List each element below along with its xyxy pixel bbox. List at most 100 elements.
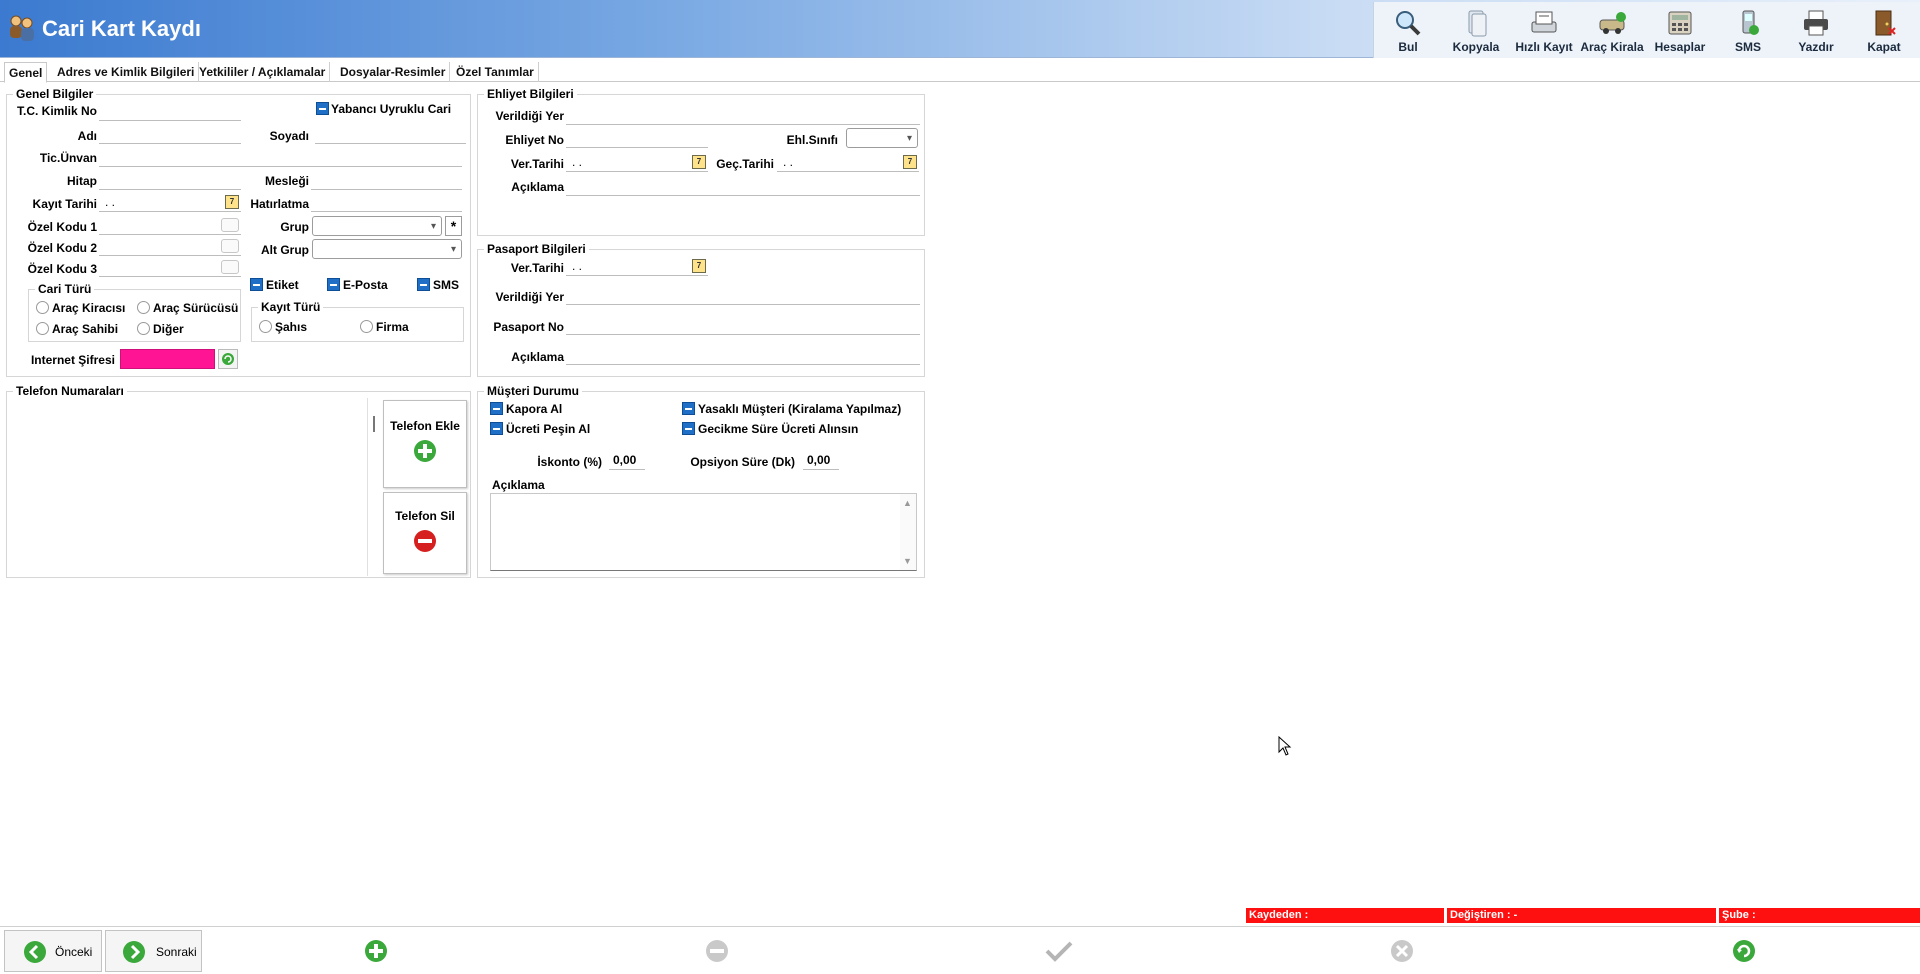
ehliyet-verildigi-input[interactable] bbox=[566, 105, 920, 125]
hitap-label: Hitap bbox=[67, 174, 97, 188]
ehliyet-gec-tarihi-input[interactable]: . . 7 bbox=[777, 152, 919, 172]
ehliyet-aciklama-input[interactable] bbox=[566, 176, 920, 196]
chevron-down-icon: ▾ bbox=[906, 133, 912, 144]
radio-sahis[interactable] bbox=[259, 320, 272, 333]
tab-adres[interactable]: Adres ve Kimlik Bilgileri bbox=[53, 62, 200, 82]
radio-diger[interactable] bbox=[137, 322, 150, 335]
phone-list[interactable] bbox=[8, 398, 375, 576]
refresh-icon[interactable] bbox=[1732, 939, 1756, 963]
ehliyet-ver-tarihi-value: . . bbox=[572, 155, 583, 169]
next-button[interactable]: Sonraki bbox=[105, 930, 202, 972]
add-phone-button[interactable]: Telefon Ekle bbox=[383, 400, 467, 488]
radio-firma[interactable] bbox=[360, 320, 373, 333]
list-scroll-indicator bbox=[373, 416, 375, 432]
scroll-down-icon[interactable]: ▼ bbox=[903, 556, 912, 566]
tab-ozel[interactable]: Özel Tanımlar bbox=[452, 62, 539, 82]
pasaport-ver-tarihi-input[interactable]: . . 7 bbox=[566, 256, 708, 276]
plus-circle-icon bbox=[414, 440, 436, 462]
print-button[interactable]: Yazdır bbox=[1782, 2, 1850, 58]
ehliyet-sinif-label: Ehl.Sınıfı bbox=[786, 133, 838, 147]
quick-save-button[interactable]: Hızlı Kayıt bbox=[1510, 2, 1578, 58]
opsiyon-input[interactable]: 0,00 bbox=[803, 450, 839, 470]
sube-status: Şube : bbox=[1719, 908, 1920, 923]
ehliyet-ver-tarihi-input[interactable]: . .7 bbox=[566, 152, 708, 172]
cancel-icon[interactable] bbox=[1390, 939, 1414, 963]
pesin-label: Ücreti Peşin Al bbox=[506, 422, 591, 436]
calendar-icon[interactable]: 7 bbox=[225, 195, 239, 209]
ozel2-label: Özel Kodu 2 bbox=[27, 241, 97, 255]
ozel3-lookup-button[interactable] bbox=[221, 260, 239, 274]
refresh-password-button[interactable] bbox=[218, 349, 238, 369]
hitap-input[interactable] bbox=[99, 170, 241, 190]
ozel3-label: Özel Kodu 3 bbox=[27, 262, 97, 276]
soyadi-input[interactable] bbox=[315, 124, 466, 144]
ozel1-input[interactable] bbox=[99, 215, 241, 235]
grup-add-button[interactable]: * bbox=[445, 216, 462, 236]
delete-record-icon[interactable] bbox=[705, 939, 729, 963]
car-rent-icon bbox=[1599, 12, 1626, 34]
pasaport-ver-tarihi-value: . . bbox=[572, 259, 583, 273]
etiket-label: Etiket bbox=[266, 278, 299, 292]
etiket-checkbox[interactable] bbox=[250, 278, 263, 291]
kayit-tarihi-input[interactable]: . . 7 bbox=[99, 192, 241, 212]
kapora-checkbox[interactable] bbox=[490, 402, 503, 415]
delete-phone-button[interactable]: Telefon Sil bbox=[383, 492, 467, 574]
pesin-checkbox[interactable] bbox=[490, 422, 503, 435]
close-button[interactable]: Kapat bbox=[1850, 2, 1918, 58]
foreign-checkbox[interactable] bbox=[316, 102, 329, 115]
musteri-aciklama-label: Açıklama bbox=[492, 478, 545, 492]
internet-password-input[interactable] bbox=[120, 349, 215, 369]
sms-checkbox[interactable] bbox=[417, 278, 430, 291]
ehliyet-no-label: Ehliyet No bbox=[505, 133, 564, 147]
tab-dosyalar[interactable]: Dosyalar-Resimler bbox=[336, 62, 451, 82]
pasaport-no-label: Pasaport No bbox=[493, 320, 564, 334]
window-title: Cari Kart Kaydı bbox=[42, 16, 201, 41]
ozel3-input[interactable] bbox=[99, 257, 241, 277]
pasaport-no-input[interactable] bbox=[566, 315, 920, 335]
pasaport-aciklama-input[interactable] bbox=[566, 345, 920, 365]
gecikme-checkbox[interactable] bbox=[682, 422, 695, 435]
pasaport-ver-tarihi-label: Ver.Tarihi bbox=[510, 261, 564, 275]
hatirlatma-input[interactable] bbox=[311, 192, 462, 212]
accounts-button[interactable]: Hesaplar bbox=[1646, 2, 1714, 58]
tab-yetkililer[interactable]: Yetkililer / Açıklamalar bbox=[195, 62, 331, 82]
altgrup-select[interactable]: ▾ bbox=[312, 239, 462, 259]
unvan-input[interactable] bbox=[99, 147, 462, 167]
ehliyet-no-input[interactable] bbox=[566, 128, 708, 148]
scroll-up-icon[interactable]: ▲ bbox=[903, 498, 912, 508]
radio-arac-kiracisi[interactable] bbox=[36, 301, 49, 314]
find-button[interactable]: Bul bbox=[1374, 2, 1442, 58]
iskonto-input[interactable]: 0,00 bbox=[609, 450, 645, 470]
adi-input[interactable] bbox=[99, 124, 241, 144]
tc-input[interactable] bbox=[99, 101, 241, 121]
toolbar: Bul Kopyala Hızlı Kayıt Araç Kirala Hesa… bbox=[1373, 2, 1920, 58]
car-rent-button[interactable]: Araç Kirala bbox=[1578, 2, 1646, 58]
copy-button[interactable]: Kopyala bbox=[1442, 2, 1510, 58]
pasaport-verildigi-input[interactable] bbox=[566, 285, 920, 305]
save-check-icon[interactable] bbox=[1045, 939, 1073, 963]
textarea-scrollbar[interactable]: ▲ ▼ bbox=[900, 494, 916, 570]
radio-arac-sahibi[interactable] bbox=[36, 322, 49, 335]
calendar-icon[interactable]: 7 bbox=[692, 259, 706, 273]
bottom-action-bar: Önceki Sonraki bbox=[0, 926, 1920, 974]
tab-genel[interactable]: Genel bbox=[4, 62, 48, 83]
yasakli-checkbox[interactable] bbox=[682, 402, 695, 415]
meslek-label: Mesleği bbox=[264, 174, 309, 188]
musteri-aciklama-textarea[interactable]: ▲ ▼ bbox=[490, 493, 917, 571]
eposta-checkbox[interactable] bbox=[327, 278, 340, 291]
ehliyet-sinif-select[interactable]: ▾ bbox=[846, 128, 918, 148]
previous-button[interactable]: Önceki bbox=[4, 930, 102, 972]
ehliyet-aciklama-label: Açıklama bbox=[511, 180, 564, 194]
add-record-icon[interactable] bbox=[364, 939, 388, 963]
ozel2-input[interactable] bbox=[99, 236, 241, 256]
tab-bar: Genel Adres ve Kimlik Bilgileri Yetkilil… bbox=[0, 62, 1920, 83]
calendar-icon[interactable]: 7 bbox=[903, 155, 917, 169]
ozel1-lookup-button[interactable] bbox=[221, 218, 239, 232]
altgrup-label: Alt Grup bbox=[261, 243, 309, 257]
grup-select[interactable]: ▾ bbox=[312, 216, 442, 236]
meslek-input[interactable] bbox=[311, 170, 462, 190]
radio-arac-surucusu[interactable] bbox=[137, 301, 150, 314]
sms-button[interactable]: SMS bbox=[1714, 2, 1782, 58]
printer-icon bbox=[1804, 10, 1828, 36]
ozel2-lookup-button[interactable] bbox=[221, 239, 239, 253]
